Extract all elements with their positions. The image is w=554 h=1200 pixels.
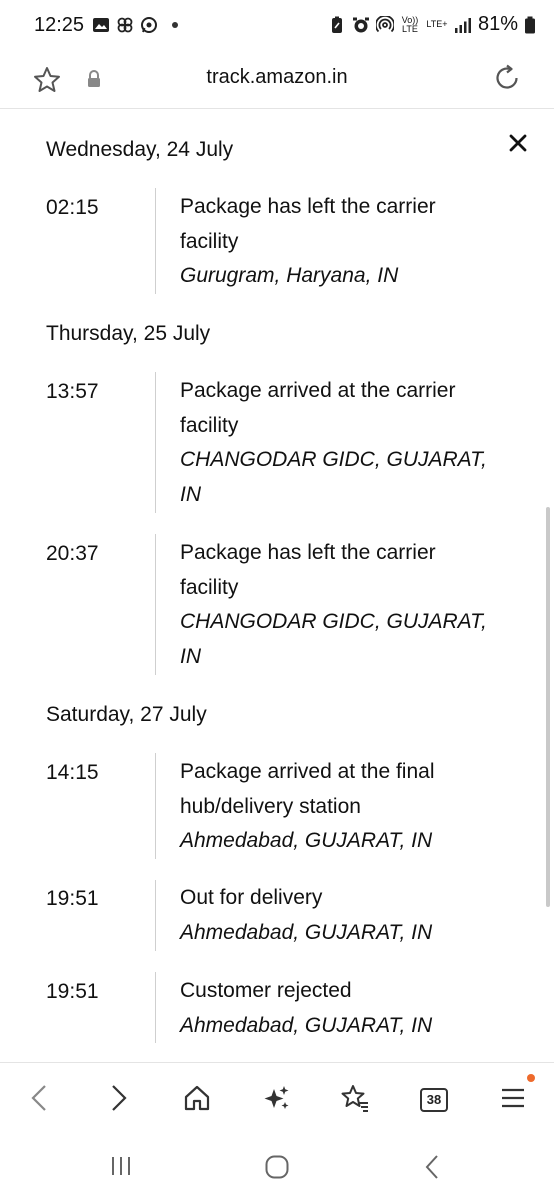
- event-description: Package arrived at the final: [180, 760, 435, 783]
- day-header: Saturday, 27 July: [46, 703, 207, 726]
- tracking-event: Package has left the carrier facility Gu…: [180, 190, 520, 294]
- sparkle-icon: [264, 1086, 289, 1109]
- event-description: facility: [180, 413, 239, 437]
- event-location: Gurugram, Haryana, IN: [180, 264, 399, 287]
- event-location: Ahmedabad, GUJARAT, IN: [180, 920, 433, 944]
- event-location: Ahmedabad, GUJARAT, IN: [180, 829, 433, 852]
- alarm-icon: [352, 17, 369, 32]
- hotspot-icon: [375, 15, 394, 32]
- close-icon[interactable]: [506, 131, 530, 155]
- browser-url-bar: track.amazon.in: [0, 52, 554, 109]
- timeline-divider: [155, 372, 156, 513]
- home-icon: [184, 1085, 210, 1111]
- bookmarks-icon: [341, 1085, 368, 1112]
- tracking-event: Customer rejected Ahmedabad, GUJARAT, IN: [180, 974, 520, 1043]
- back-button[interactable]: [24, 1083, 54, 1113]
- event-time: 19:51: [46, 887, 99, 910]
- battery-percent: 81%: [477, 13, 518, 35]
- menu-button[interactable]: [498, 1083, 528, 1113]
- timeline-divider: [155, 188, 156, 294]
- whatsapp-icon: [141, 17, 157, 33]
- notification-icons: [92, 16, 178, 34]
- day-header: Wednesday, 24 July: [46, 138, 234, 161]
- timeline-divider: [155, 972, 156, 1043]
- reload-icon[interactable]: [492, 63, 522, 93]
- event-description: facility: [180, 229, 239, 253]
- event-location: IN: [180, 482, 201, 506]
- battery-saver-icon: [331, 16, 342, 33]
- battery-icon: [525, 16, 535, 33]
- event-description: hub/delivery station: [180, 794, 361, 818]
- system-indicators: Vo)) LTE LTE+ 81%: [328, 13, 536, 36]
- tabs-button[interactable]: 38: [420, 1088, 448, 1112]
- event-description: Package arrived at the carrier: [180, 379, 456, 402]
- tracking-event: Package arrived at the final hub/deliver…: [180, 755, 520, 859]
- home-button[interactable]: [182, 1083, 212, 1113]
- tracking-event: Package has left the carrier facility CH…: [180, 536, 520, 674]
- pinwheel-icon: [117, 17, 133, 33]
- event-time: 20:37: [46, 542, 99, 565]
- forward-icon: [112, 1085, 127, 1111]
- status-bar: 12:25 Vo)) LTE LTE+ 81%: [0, 0, 554, 52]
- bookmarks-button[interactable]: [340, 1083, 370, 1113]
- event-description: Customer rejected: [180, 979, 352, 1002]
- ai-assist-button[interactable]: [262, 1083, 292, 1113]
- more-notifications-dot: [172, 22, 178, 28]
- forward-button[interactable]: [104, 1083, 134, 1113]
- back-chevron-icon[interactable]: [422, 1154, 442, 1180]
- system-navigation-bar: [0, 1132, 554, 1200]
- day-header: Thursday, 25 July: [46, 322, 211, 345]
- event-location: CHANGODAR GIDC, GUJARAT,: [180, 610, 487, 633]
- tracking-event: Out for delivery Ahmedabad, GUJARAT, IN: [180, 881, 520, 950]
- tracking-details-panel: Wednesday, 24 July 02:15 Package has lef…: [0, 109, 554, 1061]
- event-location: IN: [180, 644, 201, 668]
- menu-icon: [502, 1088, 524, 1108]
- recents-icon[interactable]: [109, 1154, 133, 1178]
- event-description: facility: [180, 575, 239, 599]
- timeline-divider: [155, 753, 156, 859]
- url-text[interactable]: track.amazon.in: [0, 66, 554, 89]
- signal-icon: [454, 17, 471, 33]
- volte-indicator: Vo)) LTE: [401, 14, 419, 34]
- event-description: Package has left the carrier: [180, 541, 436, 564]
- event-description: Out for delivery: [180, 886, 323, 909]
- event-description: Package has left the carrier: [180, 195, 436, 218]
- scrollbar-thumb[interactable]: [546, 507, 550, 907]
- tracking-event: Package arrived at the carrier facility …: [180, 374, 520, 512]
- back-icon: [31, 1085, 46, 1111]
- event-time: 19:51: [46, 980, 99, 1003]
- browser-toolbar: 38: [0, 1062, 554, 1133]
- status-time: 12:25: [34, 14, 85, 36]
- gallery-icon: [93, 18, 109, 32]
- event-time: 02:15: [46, 196, 99, 219]
- event-location: CHANGODAR GIDC, GUJARAT,: [180, 448, 487, 471]
- lte-indicator: LTE+: [426, 19, 448, 29]
- event-location: Ahmedabad, GUJARAT, IN: [180, 1013, 433, 1037]
- home-circle-icon[interactable]: [264, 1154, 290, 1180]
- event-time: 14:15: [46, 761, 99, 784]
- event-time: 13:57: [46, 380, 99, 403]
- timeline-divider: [155, 534, 156, 675]
- timeline-divider: [155, 880, 156, 951]
- menu-notification-dot: [527, 1074, 535, 1082]
